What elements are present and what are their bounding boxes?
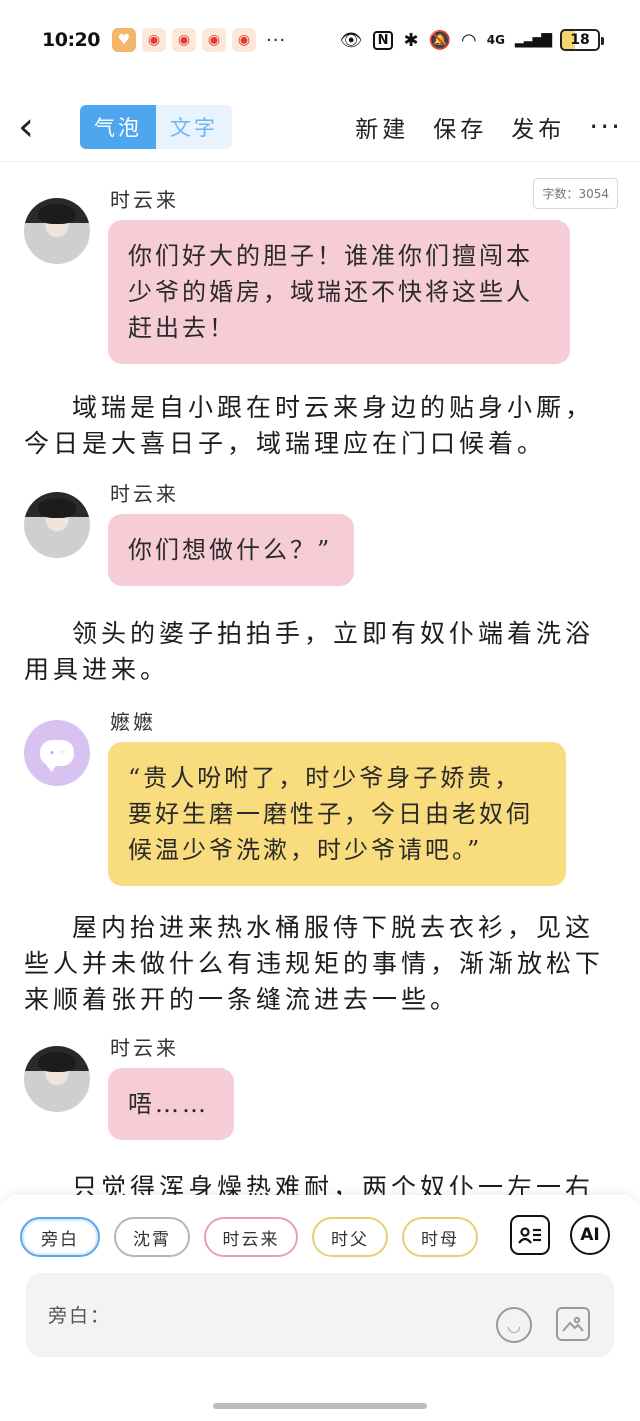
mode-toggle: 气泡 文字 — [80, 104, 232, 149]
speaker-name: 时云来 — [110, 1036, 179, 1060]
chat-bubble[interactable]: 你们好大的胆子！谁准你们擅闯本少爷的婚房，域瑞还不快将这些人赶出去！ — [108, 220, 570, 364]
chat-message[interactable]: 时云来 你们好大的胆子！谁准你们擅闯本少爷的婚房，域瑞还不快将这些人赶出去！ — [24, 184, 584, 364]
chat-message[interactable]: • ◦ 嬷嬷 “贵人吩咐了，时少爷身子娇贵，要好生磨一磨性子，今日由老奴伺候温少… — [24, 706, 584, 886]
battery-icon: 18 — [560, 29, 604, 51]
wifi-icon: ◠ — [461, 29, 477, 51]
weibo-icon: ◉ — [231, 28, 256, 52]
contact-card-icon — [518, 1227, 541, 1244]
chat-message[interactable]: 时云来 唔…… — [24, 1032, 584, 1152]
picture-icon — [562, 1316, 584, 1332]
tab-bubble[interactable]: 气泡 — [80, 104, 156, 149]
nfc-icon: N — [372, 30, 394, 50]
chat-bubble[interactable]: 你们想做什么？” — [108, 514, 354, 586]
emoji-icon[interactable]: ◡ — [496, 1307, 532, 1343]
tab-text[interactable]: 文字 — [156, 104, 232, 149]
speaker-name: 嬷嬷 — [110, 710, 156, 734]
home-indicator[interactable] — [213, 1403, 427, 1409]
eye-icon: 👁 — [339, 29, 363, 51]
character-chip-narrator[interactable]: 旁白 — [20, 1217, 100, 1257]
speaker-name: 时云来 — [110, 482, 179, 506]
ai-button[interactable]: AI — [570, 1215, 610, 1255]
publish-button[interactable]: 发布 — [511, 110, 565, 144]
character-list-icon[interactable] — [510, 1215, 550, 1255]
avatar: • ◦ — [24, 720, 90, 786]
more-menu-icon[interactable]: ··· — [589, 110, 622, 143]
chat-bubble[interactable]: 唔…… — [108, 1068, 234, 1140]
more-notifications-icon: ··· — [265, 29, 287, 51]
status-bar: 10:20 ♥ ◉ ◉ ◉ ◉ ··· 👁 N ✱ 🔕 ◠ 4G ▂▃▅▇ 18 — [0, 0, 640, 80]
input-panel: 旁白 沈霄 时云来 时父 时母 AI 旁白： ◡ — [0, 1195, 640, 1421]
signal-icon: ▂▃▅▇ — [514, 32, 552, 48]
story-content[interactable]: 字数：3054 时云来 你们好大的胆子！谁准你们擅闯本少爷的婚房，域瑞还不快将这… — [0, 170, 640, 1195]
avatar — [24, 1046, 90, 1112]
top-navigation: ‹ 气泡 文字 新建 保存 发布 ··· — [0, 92, 640, 162]
weibo-icon: ◉ — [141, 28, 166, 52]
mute-bell-icon: 🔕 — [428, 29, 451, 51]
speaker-name: 时云来 — [110, 188, 179, 212]
narration-text[interactable]: 领头的婆子拍拍手，立即有奴仆端着洗浴用具进来。 — [24, 616, 614, 688]
character-chip[interactable]: 沈霄 — [114, 1217, 190, 1257]
input-placeholder: 旁白： — [48, 1305, 112, 1327]
chat-bubble[interactable]: “贵人吩咐了，时少爷身子娇贵，要好生磨一磨性子，今日由老奴伺候温少爷洗漱，时少爷… — [108, 742, 566, 886]
status-time: 10:20 — [42, 29, 100, 51]
battery-level: 18 — [570, 32, 590, 48]
bluetooth-icon: ✱ — [403, 29, 419, 51]
weibo-icon: ◉ — [201, 28, 226, 52]
network-label: 4G — [486, 33, 505, 47]
back-icon[interactable]: ‹ — [18, 107, 58, 147]
image-icon[interactable] — [556, 1307, 590, 1341]
new-button[interactable]: 新建 — [355, 110, 409, 144]
character-chip[interactable]: 时云来 — [204, 1217, 298, 1257]
narration-text[interactable]: 屋内抬进来热水桶服侍下脱去衣衫，见这些人并未做什么有违规矩的事情，渐渐放松下来顺… — [24, 910, 614, 1018]
chat-bot-icon: • ◦ — [40, 740, 74, 772]
save-button[interactable]: 保存 — [433, 110, 487, 144]
avatar — [24, 198, 90, 264]
chat-message[interactable]: 时云来 你们想做什么？” — [24, 478, 584, 598]
weibo-icon: ◉ — [171, 28, 196, 52]
heart-app-icon: ♥ — [111, 28, 136, 52]
character-chips: 旁白 沈霄 时云来 时父 时母 — [20, 1217, 478, 1257]
avatar — [24, 492, 90, 558]
narration-text[interactable]: 域瑞是自小跟在时云来身边的贴身小厮，今日是大喜日子，域瑞理应在门口候着。 — [24, 390, 614, 462]
character-chip[interactable]: 时父 — [312, 1217, 388, 1257]
message-input[interactable]: 旁白： ◡ — [26, 1273, 614, 1357]
narration-text[interactable]: 只觉得浑身燥热难耐，两个奴仆一左一右将 — [24, 1170, 614, 1195]
character-chip[interactable]: 时母 — [402, 1217, 478, 1257]
